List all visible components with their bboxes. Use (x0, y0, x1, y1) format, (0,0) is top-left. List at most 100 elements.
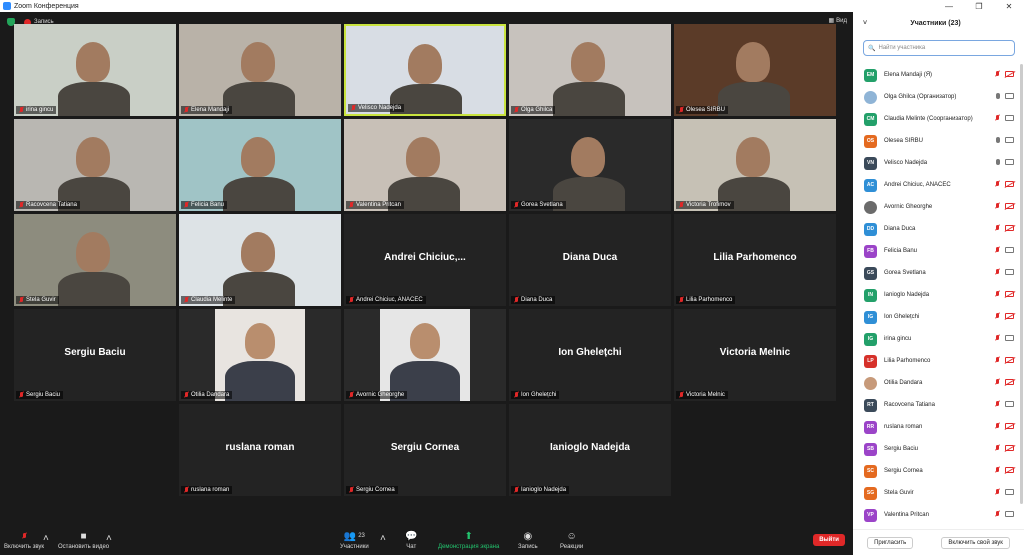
tile-name: Olga Ghilca (521, 107, 553, 113)
reactions-button[interactable]: ☺ Реакции (560, 530, 583, 551)
chat-button[interactable]: 💬 Чат (405, 530, 417, 551)
participants-scrollbar[interactable] (1020, 64, 1023, 504)
participant-row[interactable]: VN Velisco Nadejda (853, 152, 1024, 174)
participant-row[interactable]: CM Claudia Melinte (Соорганизатор) (853, 108, 1024, 130)
invite-button[interactable]: Пригласить (867, 536, 914, 549)
tile-name: Victoria Melnic (686, 392, 725, 398)
participants-list: EM Elena Mandaji (Я) Olga Ghilca (Организа… (853, 64, 1024, 526)
video-tile[interactable]: Diana Duca Diana Duca (509, 214, 671, 306)
participant-row[interactable]: AC Andrei Chiciuc, ANACEC (853, 174, 1024, 196)
participant-search-input[interactable]: 🔍 Найти участника (863, 40, 1015, 56)
leave-button[interactable]: Выйти (813, 534, 845, 546)
video-tile[interactable]: Olga Ghilca (509, 24, 671, 116)
mic-muted-icon (184, 297, 189, 303)
participants-button[interactable]: 👥 23 Участники (340, 530, 369, 551)
participant-row[interactable]: Otilia Dandara (853, 372, 1024, 394)
avatar: IG (864, 332, 877, 346)
mic-muted-icon (349, 297, 354, 303)
video-options-caret[interactable]: ˄ (106, 532, 112, 544)
share-screen-button[interactable]: ⬆ Демонстрация экрана (438, 530, 499, 551)
video-tile[interactable]: Avornic Gheorghe (344, 309, 506, 401)
video-tile[interactable]: Victoria Trofimov (674, 119, 836, 211)
zoom-app-icon (3, 2, 11, 10)
participant-row[interactable]: Avornic Gheorghe (853, 196, 1024, 218)
video-tile[interactable]: Ianioglo Nadejda Ianioglo Nadejda (509, 404, 671, 496)
video-tile[interactable]: Sergiu Cornea Sergiu Cornea (344, 404, 506, 496)
participant-row[interactable]: SB Sergiu Baciu (853, 438, 1024, 460)
video-tile[interactable]: irina gincu (14, 24, 176, 116)
audio-options-caret[interactable]: ˄ (43, 532, 49, 544)
person-head (408, 44, 442, 84)
view-button[interactable]: ▦ Вид (828, 17, 847, 25)
person-body (223, 177, 295, 211)
video-tile[interactable]: Felicia Banu (179, 119, 341, 211)
participant-status-icons (995, 291, 1014, 297)
caret-up-icon: ˄ (380, 532, 386, 544)
participant-row[interactable]: SC Sergiu Cornea (853, 460, 1024, 482)
close-button[interactable]: ✕ (994, 2, 1024, 11)
mic-muted-icon (995, 313, 1000, 319)
avatar: SG (864, 486, 877, 500)
minimize-button[interactable]: — (934, 2, 964, 11)
tile-name-label: Avornic Gheorghe (346, 391, 408, 399)
video-tile[interactable]: Valentina Pritcan (344, 119, 506, 211)
participant-status-icons (995, 225, 1014, 231)
mic-muted-icon (514, 297, 519, 303)
person-head (241, 42, 275, 82)
tile-display-name: Victoria Melnic (719, 347, 791, 358)
avatar (864, 200, 877, 214)
participant-row[interactable]: GS Gorea Svetlana (853, 262, 1024, 284)
avatar: AC (864, 178, 877, 192)
maximize-button[interactable]: ❐ (964, 2, 994, 11)
participant-row[interactable]: Olga Ghilca (Организатор) (853, 86, 1024, 108)
video-tile[interactable]: Elena Mandaji (179, 24, 341, 116)
record-button[interactable]: ◉ Запись (518, 530, 538, 551)
person-head (410, 323, 440, 359)
stop-video-button[interactable]: ■ Остановить видео (58, 530, 109, 551)
camera-icon (1005, 401, 1014, 407)
camera-icon (1005, 489, 1014, 495)
video-tile[interactable]: Victoria Melnic Victoria Melnic (674, 309, 836, 401)
video-tile[interactable]: Claudia Melinte (179, 214, 341, 306)
video-tile[interactable]: Velisco Nadejda (344, 24, 506, 116)
video-tile[interactable]: Gorea Svetlana (509, 119, 671, 211)
participant-row[interactable]: OS Olesea SIRBU (853, 130, 1024, 152)
tile-name-label: Racovcena Tatiana (16, 201, 80, 209)
person-head (241, 232, 275, 272)
video-tile[interactable]: Andrei Chiciuc,... Andrei Chiciuc, ANACEC (344, 214, 506, 306)
camera-icon (1005, 115, 1014, 121)
video-tile[interactable]: Sergiu Baciu Sergiu Baciu (14, 309, 176, 401)
participant-row[interactable]: IG Ion Ghelețchi (853, 306, 1024, 328)
participant-row[interactable]: IN Ianioglo Nadejda (853, 284, 1024, 306)
participant-row[interactable]: FB Felicia Banu (853, 240, 1024, 262)
participant-row[interactable]: LP Lilia Parhomenco (853, 350, 1024, 372)
mic-muted-icon (995, 489, 1000, 495)
person-head (736, 137, 770, 177)
meeting-area: Запись ▦ Вид irina gincu Elena Mandaji Vel… (0, 12, 853, 527)
video-tile[interactable]: Ion Ghelețchi Ion Ghelețchi (509, 309, 671, 401)
video-tile[interactable]: Stela Guvir (14, 214, 176, 306)
participant-row[interactable]: SG Stela Guvir (853, 482, 1024, 504)
participant-row[interactable]: EM Elena Mandaji (Я) (853, 64, 1024, 86)
video-tile[interactable]: ruslana roman ruslana roman (179, 404, 341, 496)
participant-row[interactable]: RT Racovcena Tatiana (853, 394, 1024, 416)
participants-options-caret[interactable]: ˄ (380, 532, 386, 544)
participants-icon: 👥 23 (343, 530, 365, 542)
mic-muted-icon (995, 181, 1000, 187)
video-tile[interactable]: Otilia Dandara (179, 309, 341, 401)
unmute-button[interactable]: Включить звук (4, 530, 44, 550)
avatar: IN (864, 288, 877, 302)
tile-name: Claudia Melinte (191, 297, 233, 303)
mic-muted-icon (19, 392, 24, 398)
search-placeholder: Найти участника (878, 45, 926, 51)
unmute-self-button[interactable]: Включить свой звук (941, 536, 1010, 549)
participant-row[interactable]: VP Valentina Pritcan (853, 504, 1024, 526)
video-tile[interactable]: Olesea SIRBU (674, 24, 836, 116)
view-label: Вид (836, 17, 847, 24)
participant-row[interactable]: IG irina gincu (853, 328, 1024, 350)
camera-icon (1005, 335, 1014, 341)
participant-row[interactable]: RR ruslana roman (853, 416, 1024, 438)
video-tile[interactable]: Racovcena Tatiana (14, 119, 176, 211)
participant-row[interactable]: DD Diana Duca (853, 218, 1024, 240)
video-tile[interactable]: Lilia Parhomenco Lilia Parhomenco (674, 214, 836, 306)
